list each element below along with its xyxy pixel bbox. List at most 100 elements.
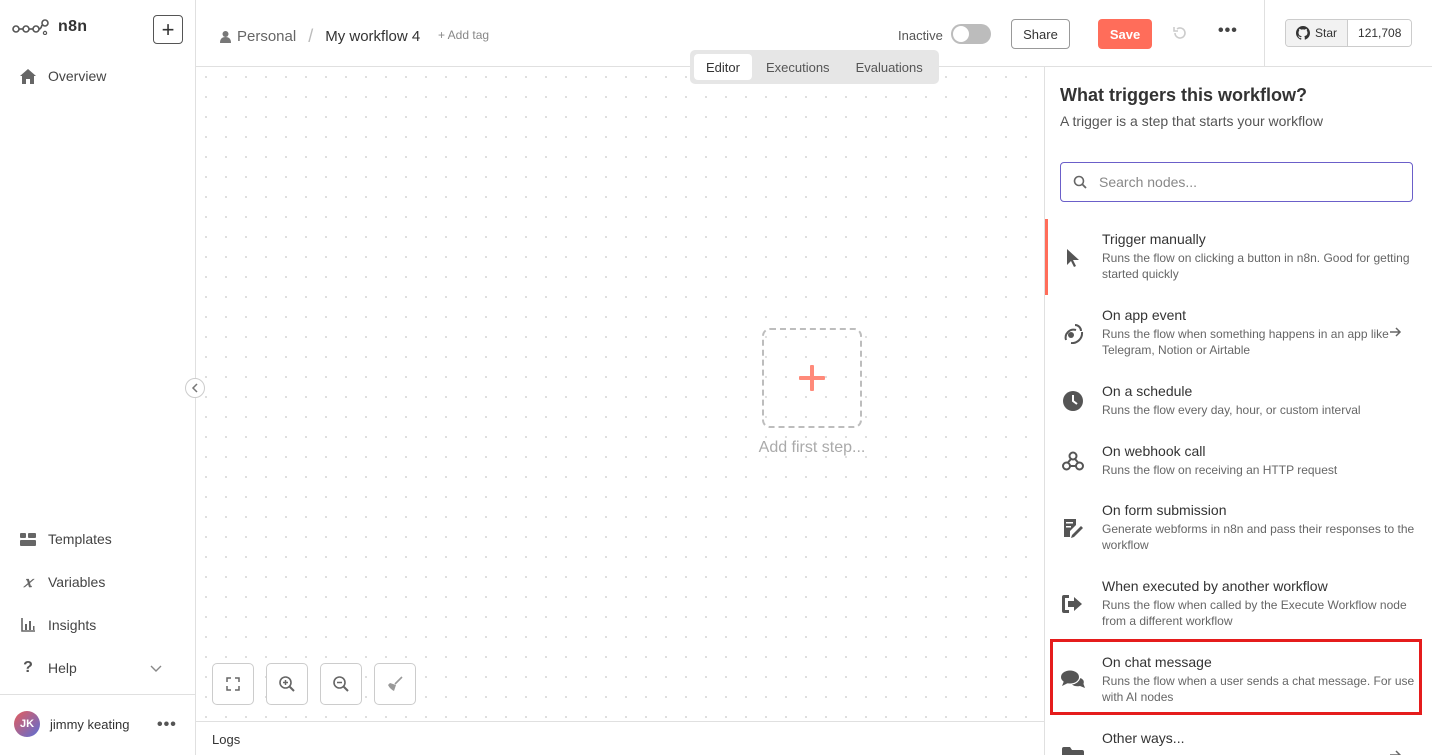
- trigger-item-chat[interactable]: On chat message Runs the flow when a use…: [1045, 654, 1432, 706]
- avatar: JK: [14, 711, 40, 737]
- insights-icon: [20, 617, 36, 633]
- panel-subtitle: A trigger is a step that starts your wor…: [1060, 113, 1323, 129]
- trigger-item-title: On a schedule: [1102, 383, 1193, 399]
- history-icon[interactable]: [1172, 25, 1188, 46]
- zoom-in-icon: [279, 676, 295, 692]
- search-icon: [1073, 175, 1087, 189]
- cursor-icon: [1061, 246, 1085, 270]
- share-button[interactable]: Share: [1011, 19, 1070, 49]
- sidebar-item-variables[interactable]: 𝑥 Variables: [20, 573, 106, 591]
- trigger-item-app-event[interactable]: On app event Runs the flow when somethin…: [1045, 307, 1432, 359]
- sidebar-item-overview[interactable]: Overview: [20, 68, 106, 84]
- templates-icon: [20, 531, 36, 547]
- tab-editor[interactable]: Editor: [694, 54, 752, 80]
- user-menu[interactable]: JK jimmy keating: [14, 711, 129, 737]
- add-first-step-button[interactable]: [762, 328, 862, 428]
- trigger-item-desc: Runs the flow every day, hour, or custom…: [1102, 403, 1361, 417]
- user-icon: [220, 30, 231, 43]
- collapse-sidebar-button[interactable]: [185, 378, 205, 398]
- search-input[interactable]: [1099, 174, 1389, 190]
- breadcrumb-separator: /: [308, 26, 314, 46]
- sidebar-item-label: Help: [48, 660, 77, 676]
- trigger-item-other[interactable]: Other ways...: [1045, 730, 1432, 755]
- add-tag-button[interactable]: + Add tag: [438, 28, 489, 42]
- webhook-icon: [1061, 449, 1085, 473]
- trigger-item-title: On webhook call: [1102, 443, 1206, 459]
- form-icon: [1061, 516, 1085, 540]
- save-button[interactable]: Save: [1098, 19, 1152, 49]
- sidebar-item-help[interactable]: ? Help: [20, 659, 77, 676]
- user-name: jimmy keating: [50, 716, 130, 732]
- user-more-icon[interactable]: •••: [157, 716, 177, 734]
- star-count: 121,708: [1348, 20, 1412, 46]
- trigger-item-title: On form submission: [1102, 502, 1227, 518]
- breadcrumb-project[interactable]: Personal: [237, 28, 296, 45]
- search-box[interactable]: [1060, 162, 1413, 202]
- more-options-icon[interactable]: •••: [1218, 22, 1238, 40]
- fit-view-button[interactable]: [212, 663, 254, 705]
- sidebar-item-label: Templates: [48, 531, 112, 547]
- trigger-item-form[interactable]: On form submission Generate webforms in …: [1045, 502, 1432, 554]
- logo-text: n8n: [58, 18, 88, 35]
- new-item-button[interactable]: +: [153, 15, 183, 44]
- active-toggle[interactable]: [951, 24, 991, 44]
- plus-icon: [799, 365, 825, 391]
- status-label: Inactive: [898, 28, 943, 43]
- trigger-item-execute-workflow[interactable]: When executed by another workflow Runs t…: [1045, 578, 1432, 630]
- tidy-up-button[interactable]: [374, 663, 416, 705]
- arrow-right-icon: [1390, 324, 1402, 340]
- variables-icon: 𝑥: [23, 573, 33, 591]
- trigger-item-desc: Runs the flow on clicking a button in n8…: [1102, 251, 1410, 281]
- sign-in-icon: [1061, 592, 1085, 616]
- tab-evaluations[interactable]: Evaluations: [844, 54, 935, 80]
- trigger-item-title: When executed by another workflow: [1102, 578, 1328, 594]
- app-event-icon: [1061, 321, 1085, 345]
- sidebar-item-templates[interactable]: Templates: [20, 531, 112, 547]
- trigger-item-title: On chat message: [1102, 654, 1212, 670]
- logo[interactable]: n8n: [12, 18, 87, 36]
- trigger-item-desc: Generate webforms in n8n and pass their …: [1102, 522, 1415, 552]
- clock-icon: [1061, 389, 1085, 413]
- fit-view-icon: [226, 677, 240, 691]
- trigger-item-title: Other ways...: [1102, 730, 1185, 746]
- broom-icon: [388, 676, 403, 691]
- n8n-logo-icon: [12, 19, 49, 35]
- trigger-item-desc: Runs the flow when something happens in …: [1102, 327, 1389, 357]
- zoom-in-button[interactable]: [266, 663, 308, 705]
- sidebar-item-label: Variables: [48, 574, 106, 590]
- trigger-item-desc: Runs the flow when called by the Execute…: [1102, 598, 1407, 628]
- folder-icon: [1061, 744, 1085, 755]
- trigger-item-webhook[interactable]: On webhook call Runs the flow on receivi…: [1045, 443, 1432, 479]
- logs-bar[interactable]: Logs: [196, 721, 1044, 755]
- workflow-canvas[interactable]: Add first step...: [196, 67, 1044, 721]
- home-icon: [20, 68, 36, 84]
- chat-icon: [1061, 668, 1085, 692]
- trigger-item-title: On app event: [1102, 307, 1187, 323]
- trigger-item-title: Trigger manually: [1102, 231, 1206, 247]
- trigger-item-desc: Runs the flow when a user sends a chat m…: [1102, 674, 1415, 704]
- trigger-item-schedule[interactable]: On a schedule Runs the flow every day, h…: [1045, 383, 1432, 419]
- star-label: Star: [1315, 26, 1338, 40]
- header-divider: [1264, 0, 1265, 67]
- sidebar-item-label: Overview: [48, 68, 107, 84]
- trigger-item-manual[interactable]: Trigger manually Runs the flow on clicki…: [1045, 219, 1432, 295]
- zoom-out-icon: [333, 676, 349, 692]
- arrow-right-icon: [1390, 747, 1402, 755]
- sidebar-item-label: Insights: [48, 617, 97, 633]
- sidebar-divider: [0, 694, 195, 695]
- github-icon: [1296, 26, 1310, 40]
- tab-executions[interactable]: Executions: [754, 54, 842, 80]
- logs-label: Logs: [212, 732, 241, 747]
- view-tabs: Editor Executions Evaluations: [690, 50, 939, 84]
- sidebar: n8n + Overview Templates 𝑥 Variables Ins…: [0, 0, 196, 755]
- sidebar-item-insights[interactable]: Insights: [20, 617, 96, 633]
- workflow-name[interactable]: My workflow 4: [325, 28, 420, 45]
- toggle-knob: [953, 26, 969, 42]
- github-star-group[interactable]: Star 121,708: [1285, 19, 1413, 47]
- panel-title: What triggers this workflow?: [1060, 85, 1308, 105]
- add-first-step-label: Add first step...: [758, 439, 866, 456]
- zoom-out-button[interactable]: [320, 663, 362, 705]
- chevron-down-icon[interactable]: [150, 662, 162, 676]
- help-icon: ?: [23, 659, 33, 676]
- github-star-button[interactable]: Star: [1286, 20, 1349, 46]
